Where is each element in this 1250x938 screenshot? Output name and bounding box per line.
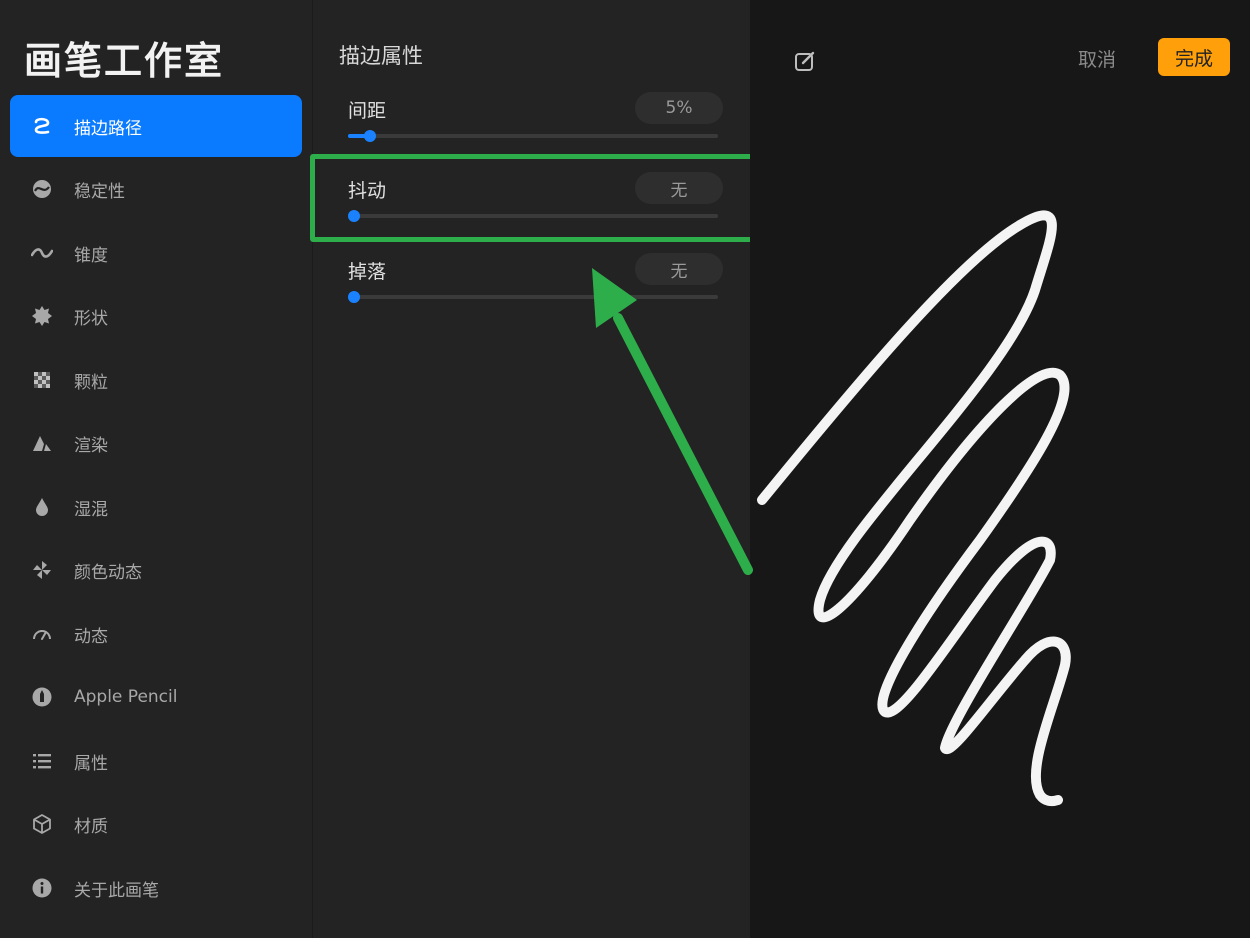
stroke-path-icon bbox=[10, 115, 74, 137]
panel-title: 描边属性 bbox=[339, 44, 423, 68]
sidebar-item-label: 材质 bbox=[74, 816, 108, 837]
sidebar-item-label: 关于此画笔 bbox=[74, 880, 159, 901]
done-button[interactable]: 完成 bbox=[1158, 38, 1230, 76]
rendering-icon bbox=[10, 432, 74, 454]
highlight-box bbox=[310, 154, 756, 242]
sidebar: 画笔工作室 描边路径 稳定性 锥度 形状 颗粒 渲染 湿混 颜色动态 动态 Ap… bbox=[0, 0, 312, 938]
stroke-properties-panel: 描边属性 间距 5% 抖动 无 掉落 无 bbox=[312, 0, 750, 938]
sidebar-item-properties[interactable]: 属性 bbox=[10, 730, 302, 792]
sidebar-item-about-brush[interactable]: 关于此画笔 bbox=[10, 857, 302, 919]
sidebar-item-color-dynamics[interactable]: 颜色动态 bbox=[10, 539, 302, 601]
sidebar-item-rendering[interactable]: 渲染 bbox=[10, 412, 302, 474]
sidebar-item-label: 形状 bbox=[74, 308, 108, 329]
sidebar-item-stroke-path[interactable]: 描边路径 bbox=[10, 95, 302, 157]
sidebar-item-label: 属性 bbox=[74, 753, 108, 774]
setting-value[interactable]: 无 bbox=[635, 253, 723, 285]
sidebar-item-label: 描边路径 bbox=[74, 118, 142, 139]
taper-icon bbox=[10, 242, 74, 264]
brush-preview-area[interactable] bbox=[750, 0, 1250, 938]
materials-icon bbox=[10, 813, 74, 835]
shape-icon bbox=[10, 305, 74, 327]
grain-icon bbox=[10, 369, 74, 391]
sidebar-item-shape[interactable]: 形状 bbox=[10, 285, 302, 347]
sidebar-item-grain[interactable]: 颗粒 bbox=[10, 349, 302, 411]
sidebar-item-materials[interactable]: 材质 bbox=[10, 793, 302, 855]
sidebar-item-wet-mix[interactable]: 湿混 bbox=[10, 476, 302, 538]
info-icon bbox=[10, 877, 74, 899]
sidebar-item-taper[interactable]: 锥度 bbox=[10, 222, 302, 284]
wet-mix-icon bbox=[10, 496, 74, 518]
slider-thumb[interactable] bbox=[364, 130, 377, 142]
sidebar-item-label: 湿混 bbox=[74, 499, 108, 520]
setting-value[interactable]: 5% bbox=[635, 92, 723, 124]
sidebar-item-label: 颗粒 bbox=[74, 372, 108, 393]
stabilization-icon bbox=[10, 178, 74, 200]
page-title: 画笔工作室 bbox=[24, 39, 225, 83]
sidebar-item-apple-pencil[interactable]: Apple Pencil bbox=[10, 666, 302, 728]
sidebar-item-label: Apple Pencil bbox=[74, 687, 178, 707]
slider-track[interactable] bbox=[348, 291, 718, 303]
setting-label: 掉落 bbox=[348, 261, 387, 283]
edit-icon[interactable] bbox=[793, 49, 817, 73]
sidebar-item-label: 颜色动态 bbox=[74, 562, 142, 583]
sidebar-item-label: 锥度 bbox=[74, 245, 108, 266]
sidebar-item-stabilization[interactable]: 稳定性 bbox=[10, 158, 302, 220]
apple-pencil-icon bbox=[10, 686, 74, 708]
sidebar-item-label: 渲染 bbox=[74, 435, 108, 456]
slider-track[interactable] bbox=[348, 130, 718, 142]
setting-label: 间距 bbox=[348, 100, 387, 122]
dynamics-icon bbox=[10, 623, 74, 645]
slider-thumb[interactable] bbox=[348, 291, 360, 303]
brush-stroke-preview bbox=[757, 210, 1071, 807]
sidebar-item-dynamics[interactable]: 动态 bbox=[10, 603, 302, 665]
properties-icon bbox=[10, 750, 74, 772]
color-dynamics-icon bbox=[10, 559, 74, 581]
cancel-button[interactable]: 取消 bbox=[1078, 42, 1116, 74]
sidebar-item-label: 稳定性 bbox=[74, 181, 125, 202]
setting-falloff: 掉落 无 bbox=[313, 253, 751, 327]
sidebar-item-label: 动态 bbox=[74, 626, 108, 647]
